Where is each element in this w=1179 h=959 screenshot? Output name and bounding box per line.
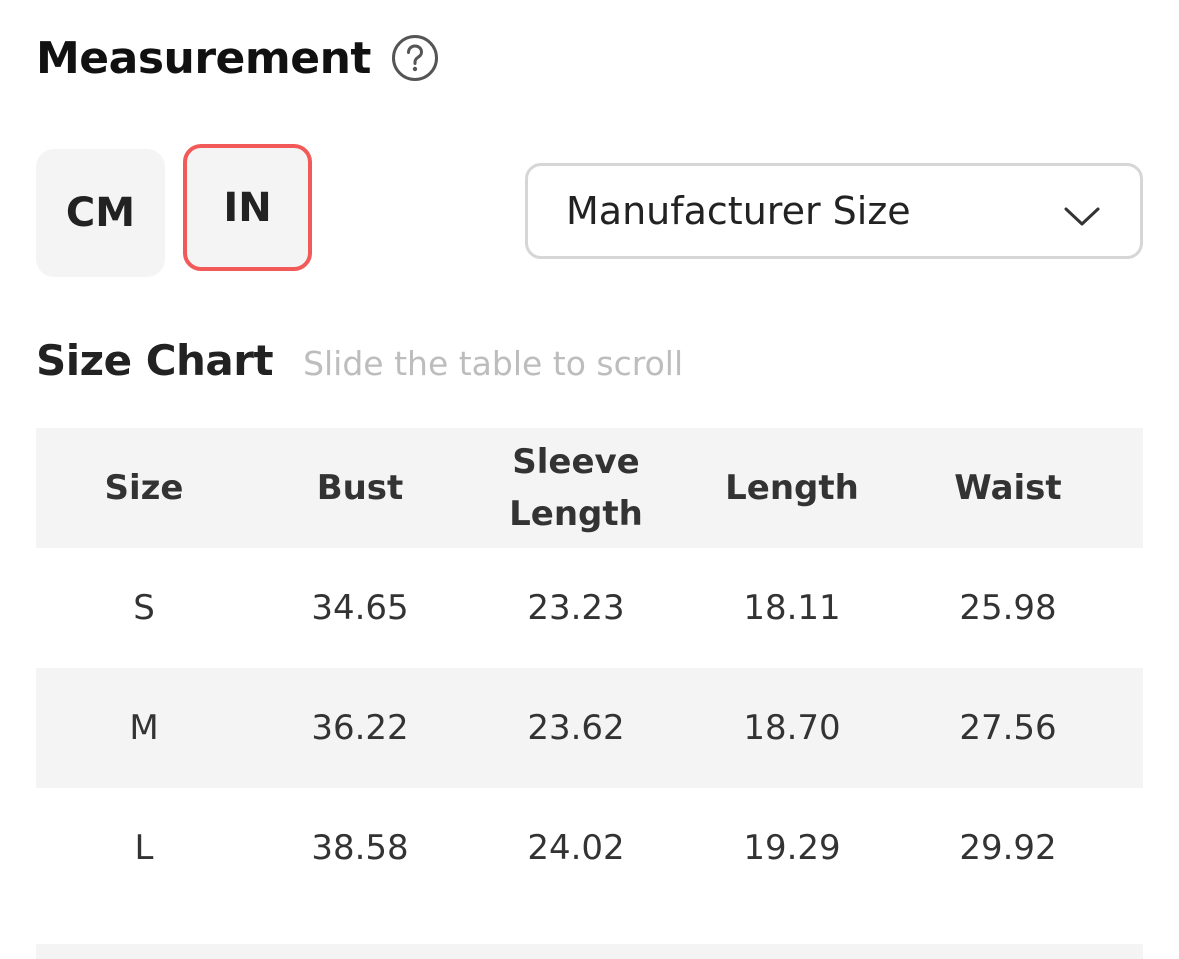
size-type-select-value: Manufacturer Size bbox=[566, 189, 911, 233]
next-table-row-edge bbox=[36, 944, 1143, 959]
header-sleeve-length-label: Sleeve Length bbox=[509, 442, 643, 534]
table-cell: 23.62 bbox=[527, 708, 625, 748]
header-length: Length bbox=[725, 468, 859, 508]
header-waist: Waist bbox=[954, 468, 1062, 508]
table-cell: 36.22 bbox=[311, 708, 409, 748]
table-cell: 19.29 bbox=[743, 828, 841, 868]
table-cell: S bbox=[133, 588, 155, 628]
measurement-title: Measurement bbox=[36, 32, 371, 84]
header-sleeve-length: Sleeve Length bbox=[468, 428, 684, 548]
table-cell: 18.11 bbox=[743, 588, 841, 628]
table-row: M 36.22 23.62 18.70 27.56 bbox=[36, 668, 1143, 788]
size-chart-title: Size Chart bbox=[36, 336, 274, 385]
table-cell: 23.23 bbox=[527, 588, 625, 628]
table-row: S 34.65 23.23 18.11 25.98 bbox=[36, 548, 1143, 668]
table-row: L 38.58 24.02 19.29 29.92 bbox=[36, 788, 1143, 908]
table-cell: 27.56 bbox=[959, 708, 1057, 748]
size-type-select[interactable]: Manufacturer Size bbox=[525, 163, 1143, 259]
size-chart-table[interactable]: Size Bust Sleeve Length Length Waist S 3… bbox=[36, 428, 1143, 908]
table-cell: 24.02 bbox=[527, 828, 625, 868]
unit-in-button[interactable]: IN bbox=[183, 144, 312, 271]
header-bust: Bust bbox=[316, 468, 404, 508]
question-circle-icon[interactable] bbox=[391, 34, 439, 82]
table-cell: 29.92 bbox=[959, 828, 1057, 868]
chevron-down-icon bbox=[1062, 196, 1102, 226]
size-chart-hint: Slide the table to scroll bbox=[303, 344, 684, 383]
table-cell: M bbox=[129, 708, 159, 748]
table-cell: 38.58 bbox=[311, 828, 409, 868]
table-cell: 25.98 bbox=[959, 588, 1057, 628]
table-cell: 18.70 bbox=[743, 708, 841, 748]
table-header-row: Size Bust Sleeve Length Length Waist bbox=[36, 428, 1143, 548]
size-chart-header: Size Chart Slide the table to scroll bbox=[36, 336, 683, 400]
measurement-header: Measurement bbox=[36, 26, 439, 90]
header-size: Size bbox=[104, 468, 184, 508]
unit-cm-button[interactable]: CM bbox=[36, 149, 165, 277]
table-cell: L bbox=[134, 828, 154, 868]
table-cell: 34.65 bbox=[311, 588, 409, 628]
